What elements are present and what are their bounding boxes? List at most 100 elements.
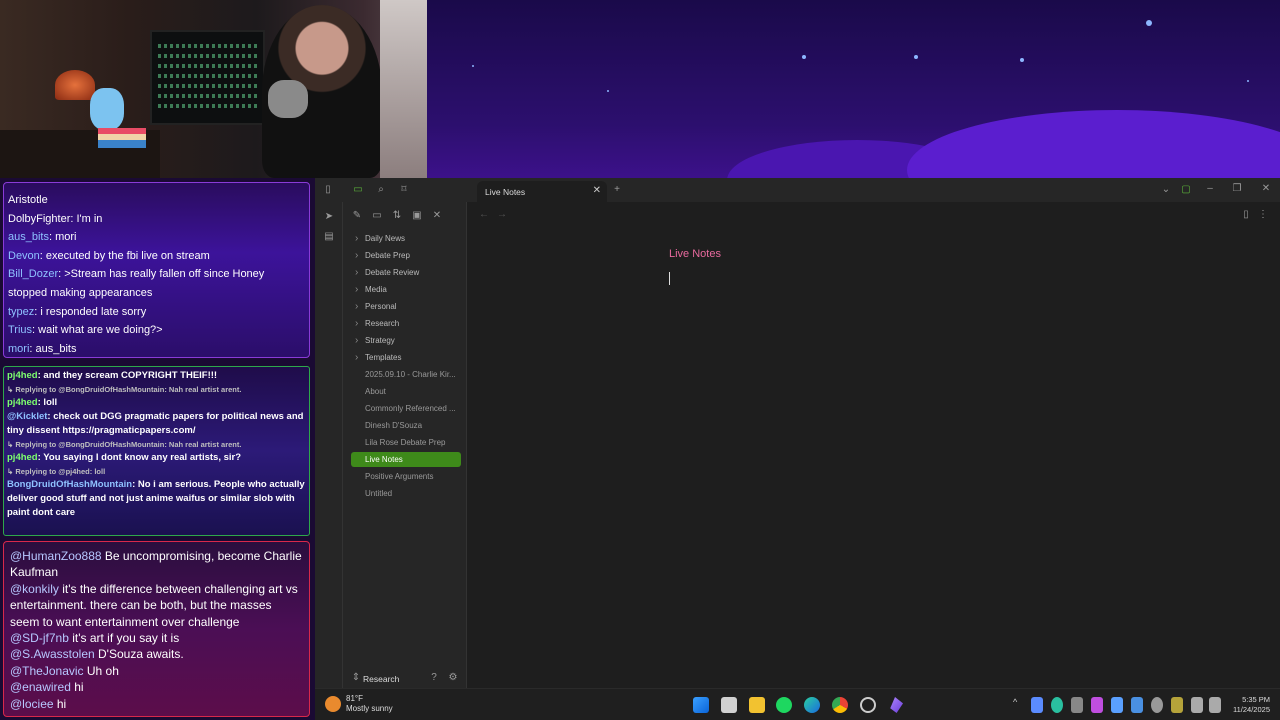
- file-explorer-icon[interactable]: [749, 697, 765, 713]
- chat-message: @konkily it's the difference between cha…: [10, 581, 303, 630]
- folder-item[interactable]: Strategy: [351, 333, 461, 348]
- folder-icon[interactable]: ▭: [351, 183, 365, 197]
- tray-app-icon[interactable]: [1171, 697, 1183, 713]
- folder-item[interactable]: Debate Prep: [351, 248, 461, 263]
- folder-item[interactable]: Media: [351, 282, 461, 297]
- chat-username[interactable]: Trius: [8, 324, 32, 336]
- help-icon[interactable]: ?: [427, 671, 441, 685]
- tray-app-icon[interactable]: [1091, 697, 1103, 713]
- tray-app-icon[interactable]: [1131, 697, 1143, 713]
- chat-text: hi: [53, 696, 67, 711]
- task-view-icon[interactable]: [721, 697, 737, 713]
- back-icon[interactable]: ←: [477, 208, 491, 222]
- chat-username[interactable]: @S.Awasstolen: [10, 647, 95, 661]
- note-title[interactable]: Live Notes: [669, 248, 721, 260]
- layout-icon[interactable]: ▢: [1179, 183, 1193, 197]
- network-icon[interactable]: [1191, 697, 1203, 713]
- chat-username[interactable]: pj4hed: [7, 370, 38, 381]
- send-icon[interactable]: ➤: [322, 210, 336, 224]
- weather-widget[interactable]: 81°F Mostly sunny: [325, 694, 393, 714]
- tray-app-icon[interactable]: [1031, 697, 1043, 713]
- chat-text: hi: [70, 680, 84, 695]
- folder-item[interactable]: Daily News: [351, 231, 461, 246]
- close-all-icon[interactable]: ✕: [430, 209, 444, 223]
- chat-message: @TheJonavic Uh oh: [10, 663, 303, 679]
- sidebar-toggle-icon[interactable]: ▯: [321, 183, 335, 197]
- chat-username[interactable]: @konkily: [10, 582, 59, 596]
- star: [607, 90, 609, 92]
- obs-icon[interactable]: [860, 697, 876, 713]
- file-item[interactable]: Positive Arguments: [351, 469, 461, 484]
- file-item[interactable]: 2025.09.10 - Charlie Kir...: [351, 367, 461, 382]
- obsidian-icon[interactable]: [890, 697, 903, 713]
- clock[interactable]: 5:35 PM 11/24/2025: [1233, 695, 1270, 715]
- pages-icon[interactable]: ▤: [322, 230, 336, 244]
- edge-icon[interactable]: [804, 697, 820, 713]
- star: [914, 55, 918, 59]
- space-overlay: [427, 0, 1280, 178]
- chat-text: : I'm in: [70, 212, 103, 225]
- chat-text: Uh oh: [83, 663, 119, 678]
- folder-item[interactable]: Debate Review: [351, 265, 461, 280]
- new-tab-icon[interactable]: +: [610, 183, 624, 197]
- chat-username[interactable]: pj4hed: [7, 397, 38, 408]
- chat-username[interactable]: pj4hed: [7, 452, 38, 463]
- file-item[interactable]: Dinesh D'Souza: [351, 418, 461, 433]
- folder-item[interactable]: Templates: [351, 350, 461, 365]
- chat-message: @S.Awasstolen D'Souza awaits.: [10, 646, 303, 662]
- new-folder-icon[interactable]: ▭: [370, 209, 384, 223]
- chat-username[interactable]: @lociee: [10, 697, 54, 711]
- chat-username[interactable]: @SD-jf7nb: [10, 631, 69, 645]
- chat-message: typez: i responded late sorry: [8, 303, 305, 322]
- file-item[interactable]: Lila Rose Debate Prep: [351, 435, 461, 450]
- chevron-down-icon[interactable]: ⌄: [1159, 183, 1173, 197]
- collapse-icon[interactable]: ▣: [410, 209, 424, 223]
- settings-gear-icon[interactable]: ⚙: [446, 671, 460, 685]
- chat-username[interactable]: @HumanZoo888: [10, 549, 102, 563]
- chat-username[interactable]: Bill_Dozer: [8, 268, 58, 280]
- tab-live-notes[interactable]: Live Notes ✕: [477, 181, 607, 202]
- bookmark-icon[interactable]: ⌑: [397, 183, 411, 197]
- tray-chevron-icon[interactable]: ^: [1013, 697, 1021, 713]
- chat-username[interactable]: Aristotle: [8, 194, 48, 206]
- more-options-icon[interactable]: ⋮: [1256, 208, 1270, 222]
- vault-switcher-icon[interactable]: ⇕: [349, 671, 363, 685]
- chat-username[interactable]: @enawired: [10, 680, 71, 694]
- folder-item[interactable]: Personal: [351, 299, 461, 314]
- vault-name[interactable]: Research: [363, 674, 399, 684]
- file-item-active[interactable]: Live Notes: [351, 452, 461, 467]
- file-item[interactable]: About: [351, 384, 461, 399]
- search-icon[interactable]: ⌕: [374, 183, 388, 197]
- chat-username[interactable]: typez: [8, 306, 34, 318]
- nebula-cloud: [907, 110, 1280, 178]
- chat-username[interactable]: Devon: [8, 250, 40, 262]
- chat-username[interactable]: aus_bits: [8, 231, 49, 243]
- close-tab-icon[interactable]: ✕: [593, 185, 601, 196]
- chat-username[interactable]: mori: [8, 343, 29, 355]
- editor-pane[interactable]: ← → ▯ ⋮ Live Notes: [467, 202, 1280, 688]
- reading-view-icon[interactable]: ▯: [1239, 208, 1253, 222]
- star: [472, 65, 474, 67]
- maximize-icon[interactable]: ❐: [1230, 182, 1244, 196]
- close-window-icon[interactable]: ✕: [1259, 182, 1273, 196]
- sort-icon[interactable]: ⇅: [390, 209, 404, 223]
- webcam-feed: [0, 0, 427, 178]
- volume-icon[interactable]: [1209, 697, 1221, 713]
- chat-username[interactable]: @Kicklet: [7, 411, 47, 422]
- tray-app-icon[interactable]: [1051, 697, 1063, 713]
- new-note-icon[interactable]: ✎: [350, 209, 364, 223]
- forward-icon[interactable]: →: [495, 208, 509, 222]
- chrome-icon[interactable]: [832, 697, 848, 713]
- file-item[interactable]: Untitled: [351, 486, 461, 501]
- tray-app-icon[interactable]: [1111, 697, 1123, 713]
- tray-app-icon[interactable]: [1151, 697, 1163, 713]
- chat-username[interactable]: BongDruidOfHashMountain: [7, 479, 132, 490]
- start-icon[interactable]: [693, 697, 709, 713]
- chat-username[interactable]: @TheJonavic: [10, 664, 84, 678]
- file-item[interactable]: Commonly Referenced ...: [351, 401, 461, 416]
- tray-app-icon[interactable]: [1071, 697, 1083, 713]
- chat-username[interactable]: DolbyFighter: [8, 213, 70, 225]
- spotify-icon[interactable]: [776, 697, 792, 713]
- minimize-icon[interactable]: –: [1203, 182, 1217, 196]
- folder-item[interactable]: Research: [351, 316, 461, 331]
